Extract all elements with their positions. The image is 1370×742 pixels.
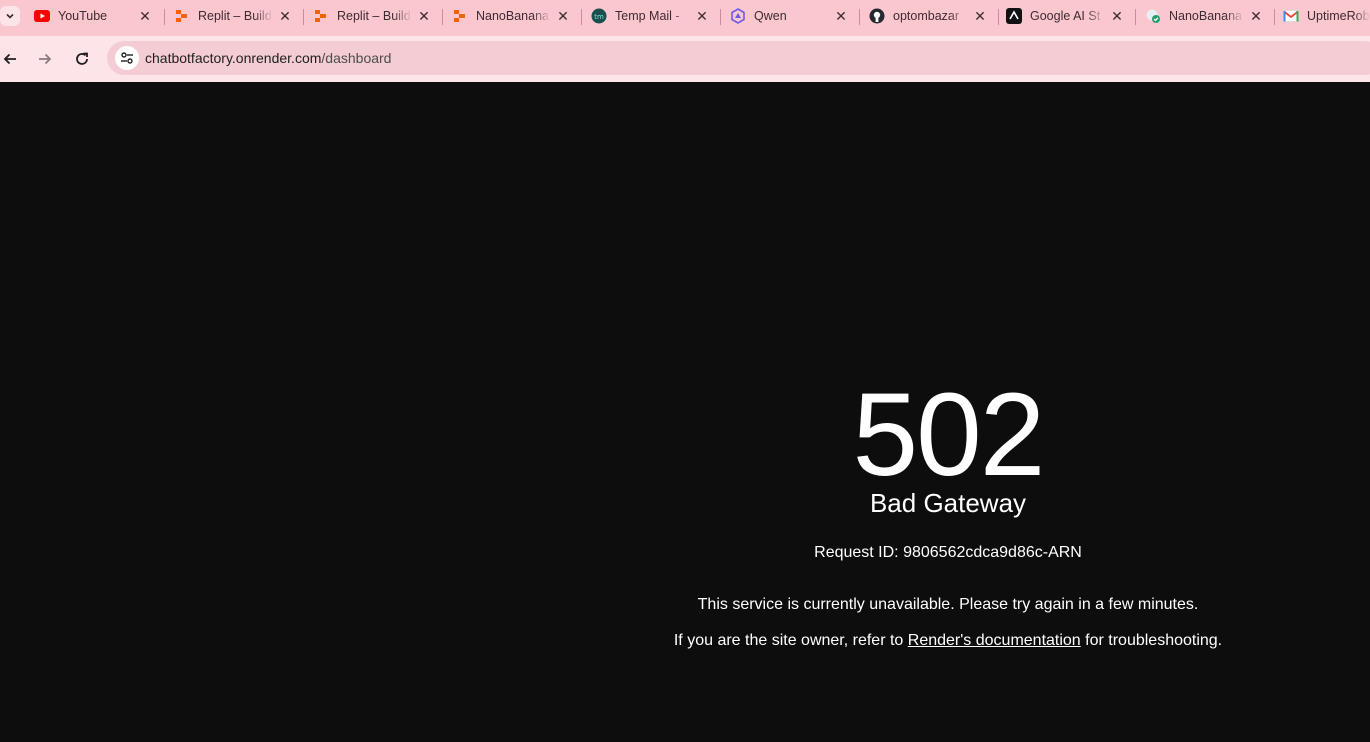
- tab-separator: [859, 9, 860, 25]
- back-button[interactable]: [0, 45, 24, 73]
- close-icon[interactable]: ✕: [1109, 8, 1125, 24]
- close-icon[interactable]: ✕: [277, 8, 293, 24]
- tab-title: NanoBanana: [476, 9, 549, 23]
- tab-title: Replit – Build: [337, 9, 411, 23]
- error-message: Bad Gateway: [869, 488, 1027, 518]
- tab-separator: [164, 9, 165, 25]
- nanobanana-icon: [1145, 8, 1161, 24]
- request-id: Request ID: 9806562cdca9d86c-ARN: [814, 544, 1082, 561]
- close-icon[interactable]: ✕: [694, 8, 710, 24]
- forward-button[interactable]: [31, 45, 59, 73]
- unavailable-text: This service is currently unavailable. P…: [697, 596, 1199, 613]
- tab-title: Replit – Build: [198, 9, 272, 23]
- tab-title: Temp Mail -: [615, 9, 680, 23]
- tab-separator: [442, 9, 443, 25]
- owner-help-text: If you are the site owner, refer to Rend…: [598, 632, 1298, 650]
- tab-title: UptimeRobot: [1307, 9, 1370, 23]
- error-code: 502: [852, 369, 1046, 501]
- url-host: chatbotfactory.onrender.com: [145, 50, 322, 66]
- tab-title: YouTube: [58, 9, 108, 23]
- replit-icon: [452, 8, 468, 24]
- error-page: 502 Bad Gateway Request ID: 9806562cdca9…: [0, 82, 1370, 742]
- github-icon: [869, 8, 885, 24]
- tab-nanobanana-2[interactable]: NanoBanana ✕: [1137, 2, 1272, 30]
- url-path: /dashboard: [321, 50, 392, 66]
- tab-replit-1[interactable]: Replit – Build ✕: [166, 2, 301, 30]
- replit-icon: [174, 8, 190, 24]
- arrow-right-icon: [39, 53, 52, 65]
- close-icon[interactable]: ✕: [833, 8, 849, 24]
- tab-youtube[interactable]: YouTube ✕: [26, 2, 161, 30]
- google-ai-studio-icon: [1006, 8, 1022, 24]
- tempmail-icon: tm: [591, 8, 607, 24]
- tab-uptimerobot[interactable]: UptimeRobot: [1275, 2, 1370, 30]
- tab-google-ai-studio[interactable]: Google AI St ✕: [998, 2, 1133, 30]
- qwen-icon: [730, 8, 746, 24]
- browser-toolbar: chatbotfactory.onrender.com/dashboard: [0, 36, 1370, 82]
- tab-separator: [581, 9, 582, 25]
- tab-tempmail[interactable]: tm Temp Mail - ✕: [583, 2, 718, 30]
- tab-separator: [303, 9, 304, 25]
- reload-icon: [76, 52, 88, 65]
- site-info-button[interactable]: [115, 46, 139, 70]
- browser-chrome: YouTube ✕ Replit – Build ✕ Replit – Buil…: [0, 0, 1370, 82]
- owner-prefix: If you are the site owner, refer to: [673, 632, 908, 649]
- tab-search-button[interactable]: [0, 6, 20, 26]
- gmail-icon: [1283, 8, 1299, 24]
- tab-nanobanana-1[interactable]: NanoBanana ✕: [444, 2, 579, 30]
- tab-title: optombazar: [893, 9, 960, 23]
- chevron-down-icon: [6, 13, 14, 19]
- tab-github[interactable]: optombazar ✕: [861, 2, 996, 30]
- tab-qwen[interactable]: Qwen ✕: [722, 2, 857, 30]
- tab-separator: [1135, 9, 1136, 25]
- youtube-icon: [34, 8, 50, 24]
- reload-button[interactable]: [68, 45, 96, 73]
- close-icon[interactable]: ✕: [137, 8, 153, 24]
- address-bar[interactable]: chatbotfactory.onrender.com/dashboard: [107, 41, 1370, 75]
- arrow-left-icon: [3, 53, 16, 65]
- replit-icon: [313, 8, 329, 24]
- tab-strip: YouTube ✕ Replit – Build ✕ Replit – Buil…: [0, 0, 1370, 36]
- close-icon[interactable]: ✕: [1248, 8, 1264, 24]
- tab-title: NanoBanana: [1169, 9, 1242, 23]
- tab-replit-2[interactable]: Replit – Build ✕: [305, 2, 440, 30]
- url-text[interactable]: chatbotfactory.onrender.com/dashboard: [145, 50, 391, 66]
- tab-title: Google AI St: [1030, 9, 1101, 23]
- svg-text:tm: tm: [594, 13, 604, 21]
- owner-suffix: for troubleshooting.: [1080, 632, 1223, 649]
- tab-separator: [720, 9, 721, 25]
- close-icon[interactable]: ✕: [972, 8, 988, 24]
- close-icon[interactable]: ✕: [416, 8, 432, 24]
- render-docs-link[interactable]: Render's documentation: [908, 632, 1081, 649]
- tune-icon: [121, 52, 133, 64]
- tab-title: Qwen: [754, 9, 787, 23]
- close-icon[interactable]: ✕: [555, 8, 571, 24]
